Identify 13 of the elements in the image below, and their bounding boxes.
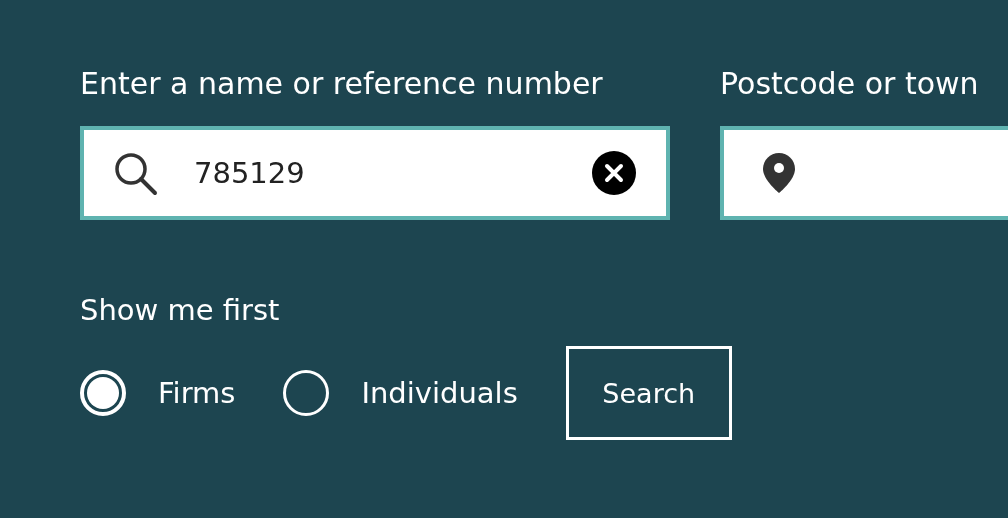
radio-label[interactable]: Individuals bbox=[361, 376, 518, 410]
location-pin-icon bbox=[762, 152, 796, 194]
search-icon bbox=[112, 150, 158, 196]
section-label: Show me first bbox=[80, 292, 280, 329]
field-label: Enter a name or reference number bbox=[80, 65, 604, 103]
field-label: Postcode or town bbox=[720, 65, 980, 103]
radio-button[interactable] bbox=[283, 370, 330, 416]
search-button[interactable]: Search bbox=[565, 346, 732, 440]
radio-button[interactable] bbox=[80, 370, 126, 416]
radio-label[interactable]: Firms bbox=[158, 376, 236, 410]
field-value: 785129 bbox=[194, 156, 306, 190]
clear-icon[interactable] bbox=[592, 151, 636, 195]
input-field[interactable]: 785129 bbox=[80, 126, 670, 220]
